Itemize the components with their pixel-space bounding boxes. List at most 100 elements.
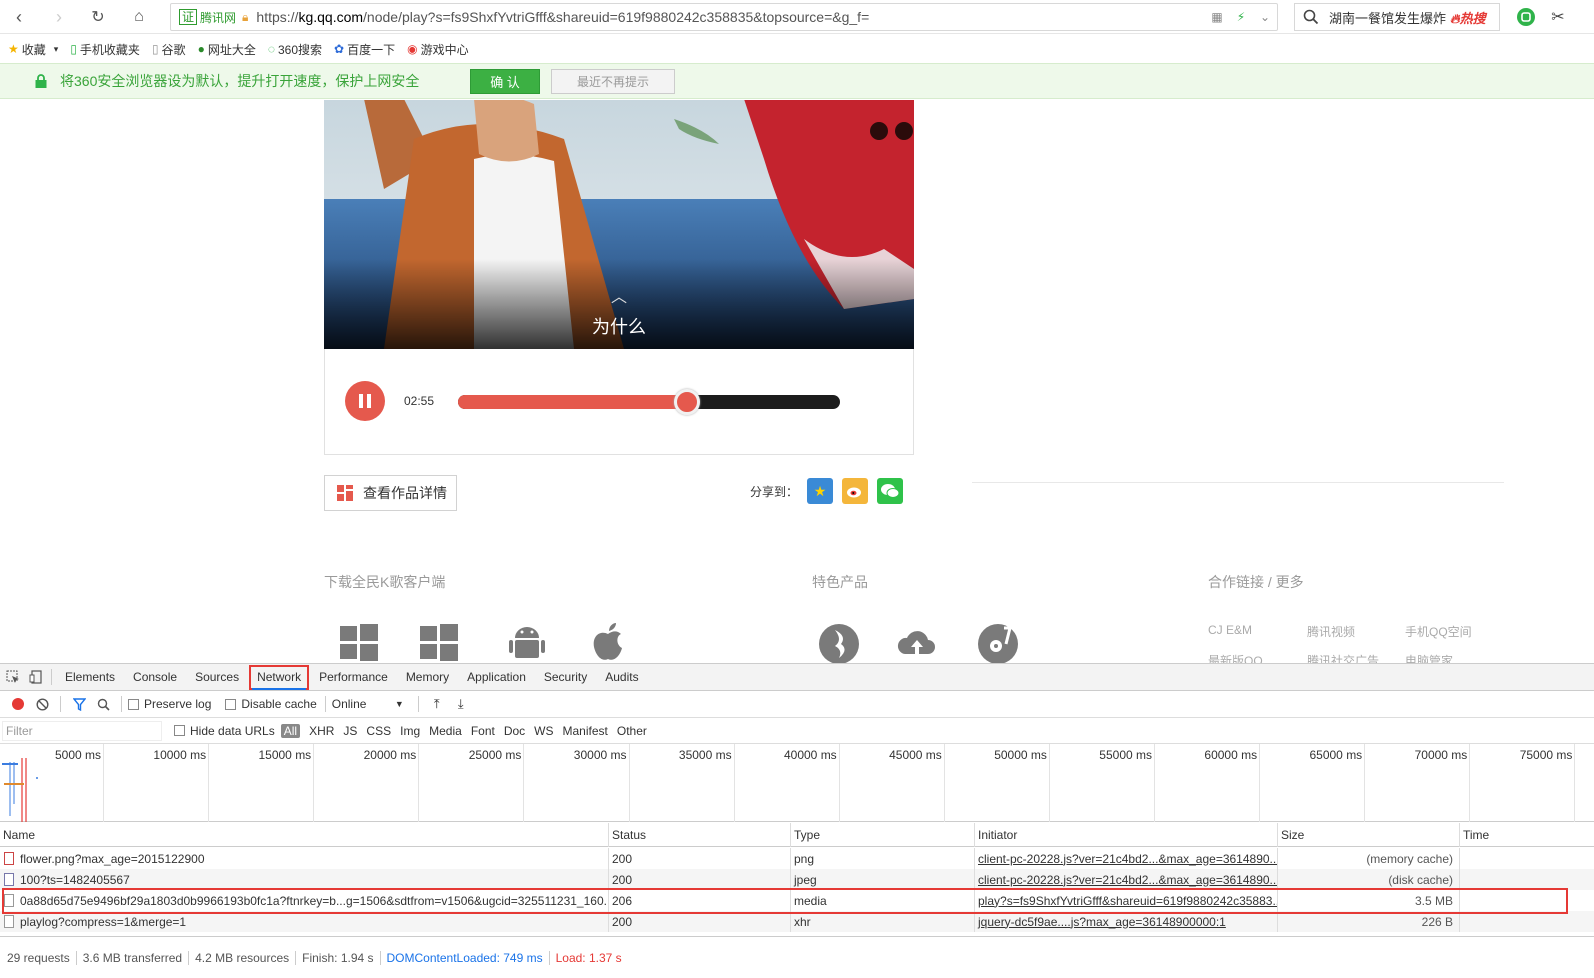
row-name[interactable]: 100?ts=1482405567 xyxy=(0,869,609,890)
filter-type-css[interactable]: CSS xyxy=(366,724,391,738)
column-type[interactable]: Type xyxy=(791,823,975,847)
home-icon[interactable]: ⌂ xyxy=(122,0,156,34)
filter-type-xhr[interactable]: XHR xyxy=(309,724,334,738)
tab-security[interactable]: Security xyxy=(535,664,596,691)
checkbox-box[interactable] xyxy=(128,698,139,710)
scissors-icon[interactable]: ✂︎ xyxy=(1548,7,1568,27)
clear-icon[interactable] xyxy=(30,697,54,711)
record-icon[interactable] xyxy=(6,698,30,710)
bookmark-nav[interactable]: ● 网址大全 xyxy=(198,41,256,58)
weibo-share-icon[interactable] xyxy=(842,478,869,504)
tab-performance[interactable]: Performance xyxy=(310,664,397,691)
checkbox-box[interactable] xyxy=(225,698,237,710)
tab-elements[interactable]: Elements xyxy=(56,664,124,691)
cloud-upload-icon[interactable] xyxy=(895,620,939,663)
row-initiator-link[interactable]: jquery-dc5f9ae....js?max_age=36148900000… xyxy=(975,911,1278,932)
progress-track[interactable] xyxy=(458,395,840,409)
device-toolbar-icon[interactable] xyxy=(25,664,51,691)
disable-cache-checkbox[interactable]: Disable cache xyxy=(225,697,317,711)
hide-data-urls-checkbox[interactable]: Hide data URLs xyxy=(174,724,275,738)
search-icon[interactable] xyxy=(91,698,115,711)
dismiss-button[interactable]: 最近不再提示 xyxy=(551,69,675,94)
confirm-button[interactable]: 确 认 xyxy=(470,69,540,94)
progress-knob[interactable] xyxy=(674,389,701,415)
bookmark-360search[interactable]: ◌ 360搜索 xyxy=(268,41,322,58)
filter-type-js[interactable]: JS xyxy=(343,724,357,738)
row-name[interactable]: 0a88d65d75e9496bf29a1803d0b9966193b0fc1a… xyxy=(0,890,609,911)
export-har-icon[interactable]: ⤓ xyxy=(449,696,473,712)
partner-link[interactable]: 腾讯社交广告 xyxy=(1307,652,1379,663)
extension-icon[interactable] xyxy=(1516,7,1536,27)
preserve-log-checkbox[interactable]: Preserve log xyxy=(128,697,211,711)
caret-down-icon[interactable]: ▾ xyxy=(54,44,59,55)
back-icon[interactable]: ‹ xyxy=(2,0,36,34)
record-player-icon[interactable] xyxy=(976,620,1020,663)
column-initiator[interactable]: Initiator xyxy=(975,823,1278,847)
wechat-share-icon[interactable] xyxy=(877,478,904,504)
filter-type-ws[interactable]: WS xyxy=(534,724,553,738)
certificate-badge[interactable]: 证 xyxy=(179,9,198,25)
url-text[interactable]: https://kg.qq.com/node/play?s=fs9ShxfYvt… xyxy=(256,9,1205,25)
tab-sources[interactable]: Sources xyxy=(186,664,248,691)
column-name[interactable]: Name xyxy=(0,823,609,847)
partner-link[interactable]: CJ E&M xyxy=(1208,623,1252,637)
filter-icon[interactable] xyxy=(67,697,91,711)
partner-link[interactable]: 电脑管家 xyxy=(1405,652,1453,663)
table-row[interactable]: 0a88d65d75e9496bf29a1803d0b9966193b0fc1a… xyxy=(0,890,1594,911)
tab-network[interactable]: Network xyxy=(248,664,310,691)
apple-icon[interactable] xyxy=(586,620,630,663)
search-box[interactable]: 湖南一餐馆发生爆炸 🔥︎热搜 xyxy=(1294,3,1500,31)
search-icon[interactable] xyxy=(1303,9,1319,25)
expand-chevron-icon[interactable]: ︿ xyxy=(324,283,914,307)
row-initiator-link[interactable]: play?s=fs9ShxfYvtriGfff&shareuid=619f988… xyxy=(975,890,1278,911)
address-bar[interactable]: 证 腾讯网 🔒︎ https://kg.qq.com/node/play?s=f… xyxy=(170,3,1278,31)
filter-input[interactable]: Filter xyxy=(2,720,162,741)
filter-type-other[interactable]: Other xyxy=(617,724,647,738)
filter-type-img[interactable]: Img xyxy=(400,724,420,738)
inspect-element-icon[interactable] xyxy=(0,664,25,691)
qrcode-icon[interactable]: ▦ xyxy=(1205,10,1229,24)
qzone-share-icon[interactable]: ★ xyxy=(807,478,834,504)
bookmark-favorites[interactable]: ★ 收藏 ▾ xyxy=(8,41,58,58)
row-name[interactable]: playlog?compress=1&merge=1 xyxy=(0,911,609,932)
filter-type-doc[interactable]: Doc xyxy=(504,724,525,738)
network-overview-timeline[interactable]: 5000 ms 10000 ms 15000 ms 20000 ms 25000 ms 3… xyxy=(0,744,1594,822)
windows-phone-icon[interactable] xyxy=(417,620,461,663)
android-icon[interactable] xyxy=(505,620,549,663)
table-row[interactable]: 100?ts=1482405567 200 jpeg client-pc-202… xyxy=(0,869,1594,890)
chevron-down-icon[interactable]: ⌄ xyxy=(1253,10,1277,24)
row-initiator-link[interactable]: client-pc-20228.js?ver=21c4bd2...&max_ag… xyxy=(975,869,1278,890)
throttle-select[interactable]: Online ▼ xyxy=(332,697,404,711)
column-status[interactable]: Status xyxy=(609,823,791,847)
partner-link[interactable]: 腾讯视频 xyxy=(1307,623,1355,640)
bookmark-baidu[interactable]: ✿ 百度一下 xyxy=(334,41,395,58)
import-har-icon[interactable]: ⤒ xyxy=(425,696,449,712)
filter-type-media[interactable]: Media xyxy=(429,724,462,738)
partner-link[interactable]: 最新版QQ xyxy=(1208,652,1263,663)
music-app-icon[interactable] xyxy=(817,620,861,663)
row-initiator-link[interactable]: client-pc-20228.js?ver=21c4bd2...&max_ag… xyxy=(975,848,1278,869)
column-size[interactable]: Size xyxy=(1278,823,1460,847)
bookmark-mobile[interactable]: ▯ 手机收藏夹 xyxy=(70,41,140,58)
bookmark-google[interactable]: ▯ 谷歌 xyxy=(152,41,186,58)
filter-type-all[interactable]: All xyxy=(280,723,301,738)
pause-button[interactable] xyxy=(345,381,385,421)
tab-memory[interactable]: Memory xyxy=(397,664,458,691)
tab-console[interactable]: Console xyxy=(124,664,186,691)
filter-type-manifest[interactable]: Manifest xyxy=(563,724,608,738)
view-details-button[interactable]: 查看作品详情 xyxy=(324,475,457,511)
checkbox-box[interactable] xyxy=(174,725,185,736)
windows-icon[interactable] xyxy=(337,620,381,663)
lightning-icon[interactable]: ⚡︎ xyxy=(1229,10,1253,24)
bookmark-games[interactable]: ◉ 游戏中心 xyxy=(407,41,469,58)
reload-icon[interactable]: ↻ xyxy=(81,0,115,34)
filter-type-font[interactable]: Font xyxy=(471,724,495,738)
table-row[interactable]: playlog?compress=1&merge=1 200 xhr jquer… xyxy=(0,911,1594,932)
column-time[interactable]: Time xyxy=(1460,823,1594,847)
row-name[interactable]: flower.png?max_age=2015122900 xyxy=(0,848,609,869)
table-row[interactable]: flower.png?max_age=2015122900 200 png cl… xyxy=(0,848,1594,869)
tab-application[interactable]: Application xyxy=(458,664,535,691)
tab-audits[interactable]: Audits xyxy=(596,664,647,691)
partner-link[interactable]: 手机QQ空间 xyxy=(1405,623,1472,640)
forward-icon[interactable]: › xyxy=(42,0,76,34)
